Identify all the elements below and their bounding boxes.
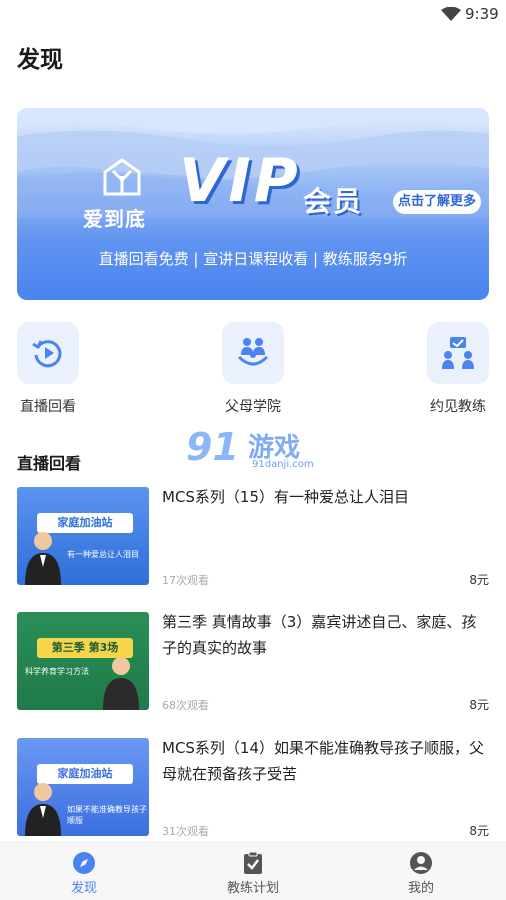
course-item[interactable]: 家庭加油站 如果不能准确教导孩子顺服 MCS系列（14）如果不能准确教导孩子顺服… bbox=[17, 738, 489, 838]
person-photo bbox=[103, 657, 139, 710]
family-icon bbox=[237, 338, 269, 366]
person-photo bbox=[25, 783, 61, 836]
status-bar: 9:39 bbox=[0, 0, 506, 28]
course-title: MCS系列（14）如果不能准确教导孩子顺服，父母就在预备孩子受苦 bbox=[162, 739, 485, 783]
clipboard-check-icon bbox=[244, 851, 262, 874]
quick-action-label: 直播回看 bbox=[20, 399, 76, 415]
tree-logo-icon bbox=[103, 158, 141, 196]
quick-action-label: 父母学院 bbox=[225, 399, 281, 415]
banner-member-text: 会员 bbox=[303, 185, 364, 218]
site-watermark: 91 游戏 91danji.com bbox=[186, 425, 326, 475]
banner-brand: 爱到底 bbox=[83, 207, 146, 231]
course-price: 8元 bbox=[469, 824, 489, 838]
page-title: 发现 bbox=[17, 47, 63, 73]
person-photo bbox=[25, 532, 61, 585]
course-price: 8元 bbox=[469, 573, 489, 587]
vip-banner[interactable]: 爱到底 VIP 会员 点击了解更多 直播回看免费 | 宣讲日课程收看 | 教练服… bbox=[17, 108, 489, 300]
tab-coach-plan[interactable]: 教练计划 bbox=[203, 851, 303, 896]
banner-subtitle: 直播回看免费 | 宣讲日课程收看 | 教练服务9折 bbox=[98, 250, 408, 268]
course-item[interactable]: 家庭加油站 有一种爱总让人泪目 MCS系列（15）有一种爱总让人泪目 17次观看… bbox=[17, 487, 489, 587]
thumb-caption: 有一种爱总让人泪目 bbox=[67, 550, 139, 559]
section-title: 直播回看 bbox=[17, 454, 82, 473]
compass-icon bbox=[73, 852, 95, 874]
banner-vip-text: VIP bbox=[179, 146, 301, 216]
quick-action-label: 约见教练 bbox=[430, 399, 486, 415]
thumb-caption: 如果不能准确教导孩子顺服 bbox=[67, 805, 147, 825]
course-item[interactable]: 第三季 第3场 科学养育学习方法 第三季 真情故事（3）嘉宾讲述自己、家庭、孩子… bbox=[17, 612, 489, 712]
status-time: 9:39 bbox=[465, 5, 499, 23]
tab-mine[interactable]: 我的 bbox=[371, 851, 471, 896]
tab-label: 我的 bbox=[407, 881, 434, 896]
meeting-icon bbox=[442, 337, 474, 369]
course-title: 第三季 真情故事（3）嘉宾讲述自己、家庭、孩子的真实的故事 bbox=[162, 613, 477, 657]
quick-action-meet-coach[interactable]: 约见教练 bbox=[413, 322, 503, 416]
tab-discover[interactable]: 发现 bbox=[34, 851, 134, 896]
watermark-url: 91danji.com bbox=[252, 459, 314, 470]
wifi-icon bbox=[441, 7, 461, 21]
tab-label: 发现 bbox=[70, 881, 97, 896]
course-views: 31次观看 bbox=[162, 825, 209, 838]
course-views: 17次观看 bbox=[162, 574, 209, 587]
bottom-tab-bar: 发现 教练计划 我的 bbox=[0, 842, 506, 900]
course-title: MCS系列（15）有一种爱总让人泪目 bbox=[162, 488, 410, 506]
course-thumbnail: 家庭加油站 如果不能准确教导孩子顺服 bbox=[17, 738, 149, 836]
course-thumbnail: 家庭加油站 有一种爱总让人泪目 bbox=[17, 487, 149, 585]
banner-more-button[interactable]: 点击了解更多 bbox=[393, 190, 481, 214]
quick-action-replay[interactable]: 直播回看 bbox=[3, 322, 93, 416]
course-thumbnail: 第三季 第3场 科学养育学习方法 bbox=[17, 612, 149, 710]
user-icon bbox=[410, 852, 432, 874]
watermark-number: 91 bbox=[186, 425, 239, 469]
thumb-caption: 科学养育学习方法 bbox=[25, 667, 89, 676]
tab-label: 教练计划 bbox=[226, 881, 279, 896]
course-price: 8元 bbox=[469, 698, 489, 712]
course-views: 68次观看 bbox=[162, 699, 209, 712]
replay-icon bbox=[32, 340, 62, 368]
quick-action-parent-college[interactable]: 父母学院 bbox=[208, 322, 298, 416]
